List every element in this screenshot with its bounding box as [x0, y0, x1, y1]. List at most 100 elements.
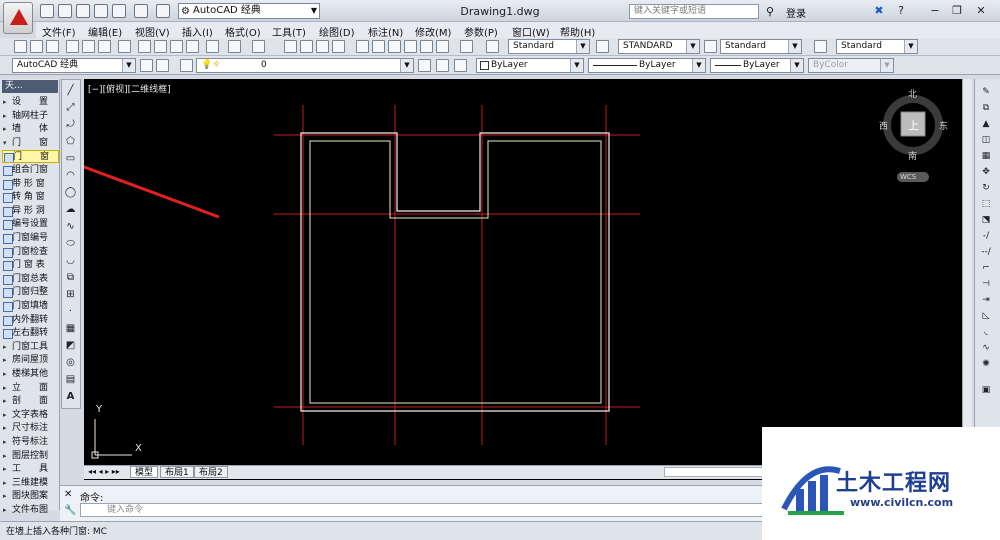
panel-item[interactable]: ▸ 图块图案 [2, 490, 59, 503]
break-icon[interactable]: ⊣ [979, 278, 993, 290]
trim-icon[interactable]: -/ [979, 230, 993, 242]
chamfer-icon[interactable]: ◺ [979, 310, 993, 322]
text-style-select[interactable]: Standard ▼ [508, 39, 590, 54]
layer-select[interactable]: 💡☼ 0 ▼ [196, 58, 414, 73]
erase-icon[interactable]: ✎ [979, 86, 993, 98]
offset-icon[interactable]: ◫ [979, 134, 993, 146]
wcs-label[interactable]: WCS [900, 173, 916, 181]
gradient-icon[interactable]: ◩ [64, 339, 77, 352]
save-icon[interactable] [76, 4, 90, 18]
viewcube-north[interactable]: 北 [908, 87, 917, 100]
tab-layout2[interactable]: 布局2 [194, 466, 228, 478]
tab-navigation-arrows[interactable]: ◂◂ ◂ ▸ ▸▸ [88, 467, 120, 476]
table-icon[interactable]: ▤ [64, 373, 77, 386]
copy-icon[interactable] [154, 40, 167, 53]
panel-item[interactable]: ▾ 门 窗 [2, 137, 59, 150]
panel-item[interactable]: ▸ 图层控制 [2, 450, 59, 463]
panel-item[interactable]: ▸ 轴网柱子 [2, 110, 59, 123]
redo-icon[interactable] [156, 4, 170, 18]
panel-item[interactable]: ▸ 立 面 [2, 382, 59, 395]
3d-publish-icon[interactable] [118, 40, 131, 53]
panel-item[interactable]: 转 角 窗 [2, 191, 59, 204]
restore-button[interactable]: ❐ [950, 4, 964, 17]
region-icon[interactable]: ◎ [64, 356, 77, 369]
paste-icon[interactable] [170, 40, 183, 53]
drawing-canvas[interactable] [84, 79, 962, 480]
panel-item[interactable]: 异 形 洞 [2, 205, 59, 218]
save-icon[interactable] [46, 40, 59, 53]
help-icon[interactable] [460, 40, 473, 53]
menu-help[interactable]: 帮助(H) [560, 24, 595, 39]
viewcube-top-label[interactable]: 上 [908, 117, 919, 133]
panel-item[interactable]: ▸ 墙 体 [2, 123, 59, 136]
login-button[interactable]: 登录 [786, 5, 806, 20]
block-editor-icon[interactable] [206, 40, 219, 53]
plotstyle-select[interactable]: ByColor ▼ [808, 58, 894, 73]
panel-item[interactable]: ▸ 三维建模 [2, 477, 59, 490]
panel-item[interactable]: ▸ 文字表格 [2, 409, 59, 422]
menu-tools[interactable]: 工具(T) [272, 24, 306, 39]
menu-insert[interactable]: 插入(I) [182, 24, 213, 39]
viewcube-south[interactable]: 南 [908, 149, 917, 162]
layer-walk-icon[interactable]: ▣ [979, 384, 993, 396]
zoom-realtime-icon[interactable] [300, 40, 313, 53]
revision-cloud-icon[interactable]: ☁ [64, 203, 77, 216]
ellipse-arc-icon[interactable]: ◡ [64, 254, 77, 267]
menu-edit[interactable]: 编辑(E) [88, 24, 122, 39]
explode-icon[interactable]: ✺ [979, 358, 993, 370]
mirror-icon[interactable]: ▲ [979, 118, 993, 130]
multileader-style-icon[interactable] [814, 40, 827, 53]
text-style-icon[interactable] [486, 40, 499, 53]
search-icon[interactable]: ⚲ [766, 5, 774, 18]
dimension-style-icon[interactable] [596, 40, 609, 53]
menu-parametric[interactable]: 参数(P) [464, 24, 498, 39]
menu-file[interactable]: 文件(F) [42, 24, 76, 39]
wrench-icon[interactable]: 🔧 [64, 505, 76, 516]
viewport-controls-label[interactable]: [−][俯视][二维线框] [88, 82, 171, 95]
blend-icon[interactable]: ∿ [979, 342, 993, 354]
extend-icon[interactable]: --/ [979, 246, 993, 258]
close-icon[interactable]: ✕ [64, 489, 72, 500]
circle-icon[interactable]: ◯ [64, 186, 77, 199]
panel-item[interactable]: 内外翻转 [2, 314, 59, 327]
point-icon[interactable]: · [64, 305, 77, 318]
array-icon[interactable]: ▦ [979, 150, 993, 162]
workspace-dropdown[interactable]: AutoCAD 经典 ▼ [12, 58, 136, 73]
sheet-set-icon[interactable] [404, 40, 417, 53]
vertical-scrollbar[interactable] [962, 79, 972, 480]
panel-item[interactable]: 组合门窗 [2, 164, 59, 177]
command-input[interactable]: 键入命令 [80, 503, 780, 517]
tab-layout1[interactable]: 布局1 [160, 466, 194, 478]
panel-item[interactable]: ▸ 设 置 [2, 96, 59, 109]
zoom-window-icon[interactable] [316, 40, 329, 53]
panel-item[interactable]: 门 窗 [2, 150, 59, 164]
panel-item[interactable]: 门窗总表 [2, 273, 59, 286]
layer-previous-icon[interactable] [436, 59, 449, 72]
my-workspace-icon[interactable] [156, 59, 169, 72]
open-icon[interactable] [30, 40, 43, 53]
panel-item[interactable]: ▸ 文件布图 [2, 504, 59, 517]
panel-item[interactable]: ▸ 门窗工具 [2, 341, 59, 354]
arc-icon[interactable]: ◠ [64, 169, 77, 182]
stretch-icon[interactable]: ⬔ [979, 214, 993, 226]
panel-item[interactable]: ▸ 尺寸标注 [2, 422, 59, 435]
viewcube-west[interactable]: 西 [879, 119, 888, 132]
publish-icon[interactable] [98, 40, 111, 53]
ellipse-icon[interactable]: ⬭ [64, 237, 77, 250]
polyline-icon[interactable]: ⤾ [64, 118, 77, 131]
rectangle-icon[interactable]: ▭ [64, 152, 77, 165]
layer-states-icon[interactable] [454, 59, 467, 72]
panel-item[interactable]: 门窗归整 [2, 286, 59, 299]
panel-item[interactable]: ▸ 房间屋顶 [2, 354, 59, 367]
menu-dimension[interactable]: 标注(N) [368, 24, 403, 39]
join-icon[interactable]: ⇥ [979, 294, 993, 306]
menu-view[interactable]: 视图(V) [135, 24, 170, 39]
table-style-icon[interactable] [704, 40, 717, 53]
move-icon[interactable]: ✥ [979, 166, 993, 178]
close-button[interactable]: ✕ [974, 4, 988, 17]
horizontal-scrollbar[interactable] [664, 467, 764, 477]
linetype-select[interactable]: ByLayer ▼ [588, 58, 706, 73]
properties-icon[interactable] [356, 40, 369, 53]
construction-line-icon[interactable]: ⤢ [64, 101, 77, 114]
panel-item[interactable]: ▸ 楼梯其他 [2, 368, 59, 381]
